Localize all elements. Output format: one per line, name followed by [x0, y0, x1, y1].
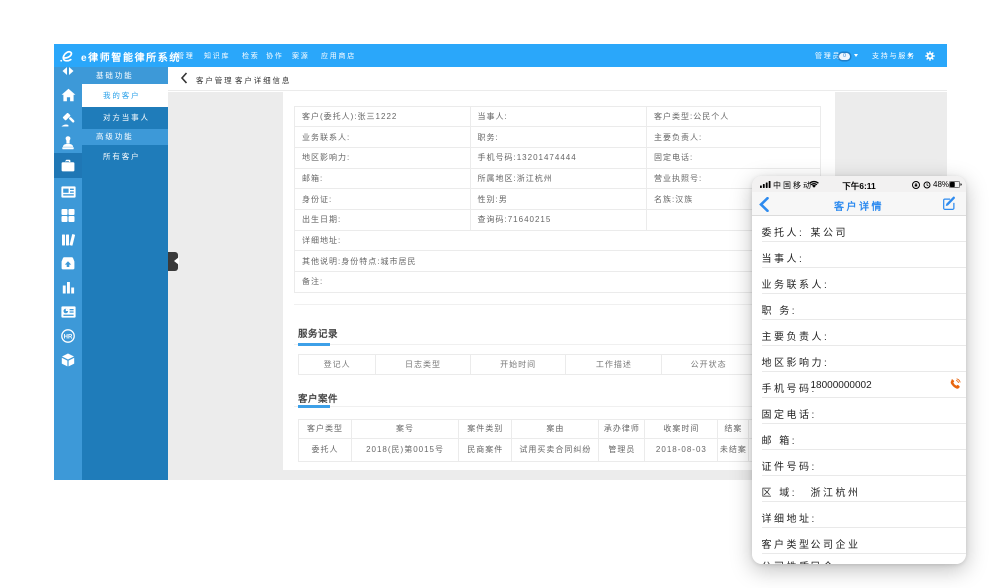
svg-text:HR: HR [64, 334, 73, 340]
